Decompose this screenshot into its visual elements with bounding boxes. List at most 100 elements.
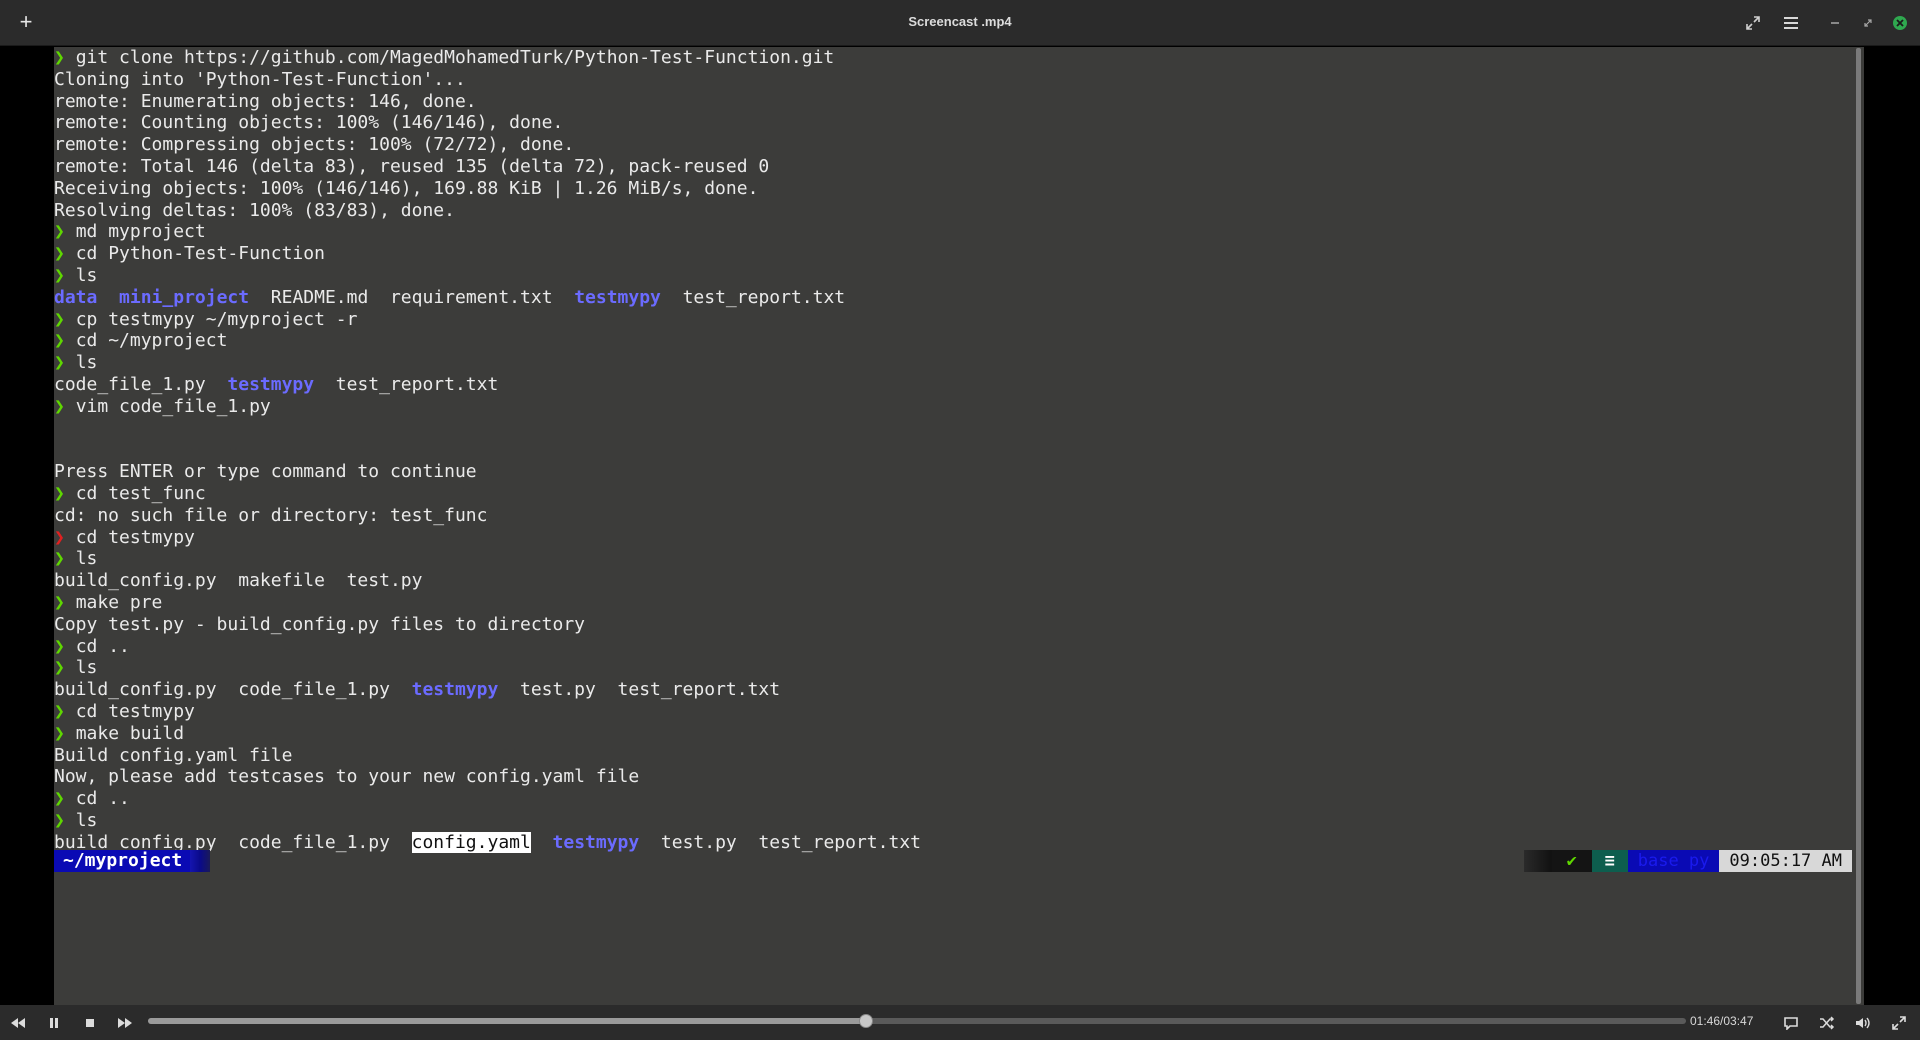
fullscreen-button[interactable] [1741,12,1765,34]
terminal-line: ❯ ls [54,548,921,570]
prompt-chevron-icon: ❯ [54,788,76,810]
subtitles-button[interactable] [1779,1011,1803,1035]
restore-button[interactable] [1857,12,1879,34]
terminal-text: test_report.txt [660,286,846,308]
terminal-line: Build config.yaml file [54,745,921,767]
terminal-text: ls [75,657,98,679]
shuffle-button[interactable] [1815,1011,1839,1035]
prompt-chevron-icon: ❯ [54,722,76,744]
prompt-chevron-icon: ❯ [54,591,76,613]
minimize-icon [1831,22,1839,24]
right-prompt-fade [1523,850,1552,872]
prompt-chevron-icon: ❯ [54,395,76,417]
terminal-text: cd testmypy [75,700,195,722]
terminal-output: ❯ git clone https://github.com/MagedMoha… [54,47,921,853]
prompt-chevron-icon: ❯ [54,809,76,831]
terminal-text: build_config.py code_file_1.py [54,679,412,701]
pause-button[interactable] [42,1011,66,1035]
terminal-line: ❯ git clone https://github.com/MagedMoha… [54,47,921,69]
terminal-text: vim code_file_1.py [75,395,271,417]
terminal-line: ❯ ls [54,352,921,374]
terminal-line: Receiving objects: 100% (146/146), 169.8… [54,178,921,200]
terminal-view[interactable]: ❯ git clone https://github.com/MagedMoha… [54,47,1864,1005]
restore-icon [1864,19,1872,27]
terminal-text: Receiving objects: 100% (146/146), 169.8… [54,177,759,199]
close-button[interactable] [1889,12,1911,34]
terminal-text: README.md requirement.txt [249,286,575,308]
terminal-text: ls [75,809,98,831]
terminal-text: ls [75,264,98,286]
rewind-button[interactable] [6,1011,30,1035]
terminal-text: test_report.txt [314,373,499,395]
cwd-segment: ~/myproject [54,850,211,872]
close-icon [1893,16,1907,30]
terminal-line: Copy test.py - build_config.py files to … [54,614,921,636]
terminal-text: md myproject [75,221,206,243]
terminal-text: code_file_1.py [54,373,228,395]
status-ok-icon: ✔ [1551,850,1592,872]
terminal-text: Cloning into 'Python-Test-Function'... [54,68,466,90]
prompt-chevron-icon: ❯ [54,352,76,374]
terminal-line: ❯ ls [54,810,921,832]
terminal-line: ❯ make build [54,723,921,745]
seek-handle[interactable] [859,1014,874,1028]
cwd-segment-fade [190,850,211,872]
terminal-line: ❯ cd testmypy [54,527,921,549]
directory-name: data [54,286,98,308]
terminal-line: ❯ cp testmypy ~/myproject -r [54,309,921,331]
terminal-text: Copy test.py - build_config.py files to … [54,613,586,635]
terminal-line: ❯ cd ~/myproject [54,330,921,352]
volume-button[interactable] [1851,1011,1875,1035]
terminal-line: build_config.py code_file_1.py testmypy … [54,679,921,701]
hamburger-icon [1784,17,1798,29]
terminal-text: make build [75,722,185,744]
menu-button[interactable] [1779,12,1803,34]
new-tab-plus-icon[interactable]: + [15,10,37,34]
terminal-line: build_config.py makefile test.py [54,570,921,592]
shuffle-icon [1820,1016,1835,1030]
clock-segment: 09:05:17 AM [1719,850,1852,872]
terminal-line: ❯ md myproject [54,221,921,243]
prompt-chevron-icon: ❯ [54,700,76,722]
terminal-text: cd .. [75,635,130,657]
expand-arrows-icon [1892,1016,1906,1030]
terminal-line: Resolving deltas: 100% (83/83), done. [54,200,921,222]
python-env-segment: base py [1627,850,1720,872]
seek-bar[interactable] [148,1014,1686,1028]
minimize-button[interactable] [1824,12,1846,34]
terminal-text: cd: no such file or directory: test_func [54,504,488,526]
terminal-line: cd: no such file or directory: test_func [54,505,921,527]
terminal-line: remote: Counting objects: 100% (146/146)… [54,112,921,134]
fast-forward-button[interactable] [113,1011,137,1035]
terminal-scrollbar[interactable] [1856,48,1861,1004]
terminal-text: remote: Enumerating objects: 146, done. [54,90,477,112]
terminal-text: cd .. [75,788,130,810]
expand-icon [1746,16,1760,30]
terminal-text: ls [75,548,98,570]
terminal-line: remote: Compressing objects: 100% (72/72… [54,134,921,156]
title-bar: + Screencast .mp4 [0,0,1920,46]
terminal-text: cd ~/myproject [75,330,228,352]
prompt-chevron-icon: ❯ [54,47,76,68]
stop-button[interactable] [78,1011,102,1035]
prompt-chevron-icon: ❯ [54,221,76,243]
terminal-text: test.py test_report.txt [639,831,921,853]
terminal-line: ❯ vim code_file_1.py [54,396,921,418]
window-title: Screencast .mp4 [908,14,1012,29]
terminal-line: ❯ ls [54,657,921,679]
prompt-chevron-icon: ❯ [54,526,76,548]
terminal-text: remote: Counting objects: 100% (146/146)… [54,112,564,134]
terminal-line: remote: Enumerating objects: 146, done. [54,91,921,113]
stop-icon [86,1019,94,1027]
prompt-chevron-icon: ❯ [54,548,76,570]
terminal-line: ❯ cd test_func [54,483,921,505]
terminal-text: remote: Total 146 (delta 83), reused 135… [54,155,770,177]
terminal-text: Now, please add testcases to your new co… [54,766,640,788]
fast-forward-icon [118,1018,132,1028]
prompt-chevron-icon: ❯ [54,657,76,679]
player-fullscreen-button[interactable] [1887,1011,1911,1035]
directory-name: testmypy [552,831,640,853]
terminal-text: test.py test_report.txt [498,679,781,701]
